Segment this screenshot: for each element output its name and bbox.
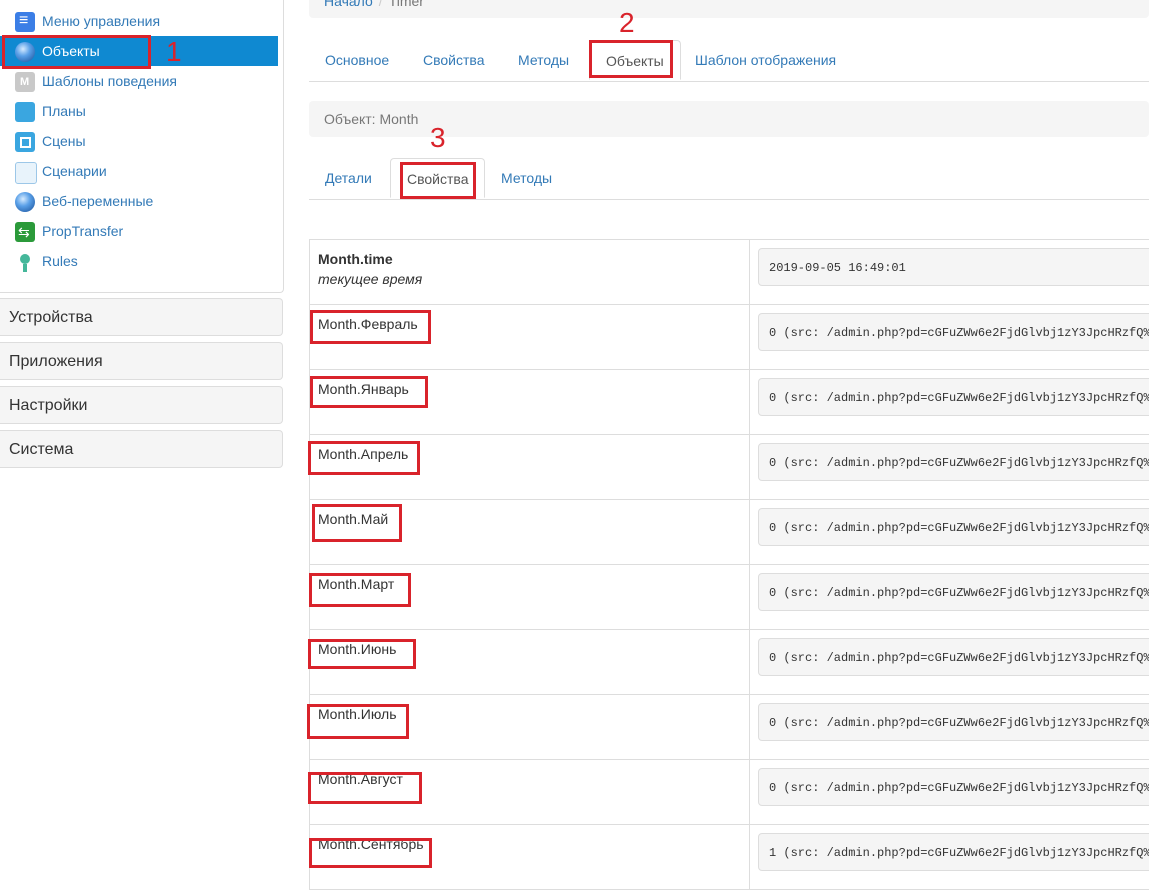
highlight-box-property	[309, 573, 411, 607]
table-row: Month.Апрель 0 (src: /admin.php?pd=cGFuZ…	[310, 435, 1149, 500]
sidebar-item-label: Шаблоны поведения	[42, 73, 177, 89]
property-value-cell: 0 (src: /admin.php?pd=cGFuZWw6e2FjdGlvbj…	[750, 695, 1149, 760]
property-value[interactable]: 0 (src: /admin.php?pd=cGFuZWw6e2FjdGlvbj…	[758, 378, 1149, 416]
table-row: Month.Август 0 (src: /admin.php?pd=cGFuZ…	[310, 760, 1149, 825]
sidebar-group-devices[interactable]: Устройства	[0, 298, 283, 336]
sidebar-item-label: Планы	[42, 103, 86, 119]
sidebar-item-label: Меню управления	[42, 13, 160, 29]
property-value[interactable]: 0 (src: /admin.php?pd=cGFuZWw6e2FjdGlvbj…	[758, 703, 1149, 741]
property-value[interactable]: 0 (src: /admin.php?pd=cGFuZWw6e2FjdGlvbj…	[758, 508, 1149, 546]
annotation-number-1: 1	[166, 38, 182, 66]
sidebar-item-menu[interactable]: Меню управления	[0, 6, 278, 36]
subtab-methods[interactable]: Методы	[485, 158, 568, 198]
plans-icon	[15, 102, 35, 122]
property-value[interactable]: 2019-09-05 16:49:01	[758, 248, 1149, 286]
table-row: Month.Январь 0 (src: /admin.php?pd=cGFuZ…	[310, 370, 1149, 435]
sidebar-item-scenes[interactable]: Сцены	[0, 126, 278, 156]
sidebar-group-settings[interactable]: Настройки	[0, 386, 283, 424]
highlight-box-property	[308, 772, 422, 804]
highlight-box-objects-tab	[589, 40, 673, 78]
breadcrumb: Начало / Timer	[309, 0, 1149, 18]
scenarios-icon	[15, 162, 37, 184]
highlight-box-property	[309, 838, 432, 868]
table-row: Month.Июль 0 (src: /admin.php?pd=cGFuZWw…	[310, 695, 1149, 760]
tab-main[interactable]: Основное	[309, 40, 405, 80]
properties-table: Month.time текущее время 2019-09-05 16:4…	[309, 239, 1149, 890]
sidebar-group-system[interactable]: Система	[0, 430, 283, 468]
sidebar-item-webvars[interactable]: Веб-переменные	[0, 186, 278, 216]
table-row: Month.Сентябрь 1 (src: /admin.php?pd=cGF…	[310, 825, 1149, 890]
highlight-box-property	[310, 310, 431, 344]
property-value[interactable]: 0 (src: /admin.php?pd=cGFuZWw6e2FjdGlvbj…	[758, 443, 1149, 481]
subtab-details[interactable]: Детали	[309, 158, 388, 198]
highlight-box-objects	[2, 35, 151, 69]
table-row: Month.Июнь 0 (src: /admin.php?pd=cGFuZWw…	[310, 630, 1149, 695]
template-icon	[15, 72, 35, 92]
property-value[interactable]: 0 (src: /admin.php?pd=cGFuZWw6e2FjdGlvbj…	[758, 638, 1149, 676]
sidebar-item-label: Rules	[42, 253, 78, 269]
property-name: Month.time	[318, 251, 741, 267]
property-value-cell: 0 (src: /admin.php?pd=cGFuZWw6e2FjdGlvbj…	[750, 760, 1149, 825]
property-description: текущее время	[318, 271, 741, 287]
breadcrumb-separator: /	[379, 0, 383, 9]
property-value[interactable]: 0 (src: /admin.php?pd=cGFuZWw6e2FjdGlvbj…	[758, 313, 1149, 351]
object-tabs: Основное Свойства Методы Объекты Шаблон …	[309, 40, 1149, 82]
globe-icon	[15, 192, 35, 212]
property-value-cell: 0 (src: /admin.php?pd=cGFuZWw6e2FjdGlvbj…	[750, 370, 1149, 435]
tab-methods[interactable]: Методы	[502, 40, 585, 80]
annotation-number-3: 3	[430, 124, 446, 152]
highlight-box-property	[310, 376, 428, 408]
table-row: Month.time текущее время 2019-09-05 16:4…	[310, 240, 1149, 305]
sidebar-item-templates[interactable]: Шаблоны поведения	[0, 66, 278, 96]
sidebar-item-proptransfer[interactable]: PropTransfer	[0, 216, 278, 246]
sidebar: Меню управления Объекты Шаблоны поведени…	[0, 0, 296, 876]
sidebar-item-label: Сценарии	[42, 163, 107, 179]
property-value[interactable]: 0 (src: /admin.php?pd=cGFuZWw6e2FjdGlvbj…	[758, 768, 1149, 806]
table-row: Month.Май 0 (src: /admin.php?pd=cGFuZWw6…	[310, 500, 1149, 565]
transfer-icon	[15, 222, 35, 242]
property-value-cell: 0 (src: /admin.php?pd=cGFuZWw6e2FjdGlvbj…	[750, 305, 1149, 370]
sidebar-item-label: Веб-переменные	[42, 193, 153, 209]
sidebar-item-scenarios[interactable]: Сценарии	[0, 156, 278, 186]
property-value-cell: 0 (src: /admin.php?pd=cGFuZWw6e2FjdGlvbj…	[750, 500, 1149, 565]
property-value-cell: 0 (src: /admin.php?pd=cGFuZWw6e2FjdGlvbj…	[750, 435, 1149, 500]
sidebar-group-apps[interactable]: Приложения	[0, 342, 283, 380]
highlight-box-property	[308, 441, 420, 475]
breadcrumb-home[interactable]: Начало	[324, 0, 373, 9]
property-value[interactable]: 0 (src: /admin.php?pd=cGFuZWw6e2FjdGlvbj…	[758, 573, 1149, 611]
highlight-box-property	[307, 704, 409, 739]
highlight-box-property	[308, 639, 416, 669]
sidebar-item-plans[interactable]: Планы	[0, 96, 278, 126]
sidebar-item-label: Сцены	[42, 133, 86, 149]
table-row: Month.Февраль 0 (src: /admin.php?pd=cGFu…	[310, 305, 1149, 370]
scenes-icon	[15, 132, 35, 152]
property-value-cell: 2019-09-05 16:49:01	[750, 240, 1149, 305]
highlight-box-properties-subtab	[400, 162, 476, 199]
property-value-cell: 1 (src: /admin.php?pd=cGFuZWw6e2FjdGlvbj…	[750, 825, 1149, 890]
robot-icon	[15, 252, 35, 272]
property-value[interactable]: 1 (src: /admin.php?pd=cGFuZWw6e2FjdGlvbj…	[758, 833, 1149, 871]
property-value-cell: 0 (src: /admin.php?pd=cGFuZWw6e2FjdGlvbj…	[750, 630, 1149, 695]
menu-icon	[15, 12, 35, 32]
table-row: Month.Март 0 (src: /admin.php?pd=cGFuZWw…	[310, 565, 1149, 630]
property-name-cell: Month.time текущее время	[310, 240, 750, 305]
annotation-number-2: 2	[619, 9, 635, 37]
sidebar-item-rules[interactable]: Rules	[0, 246, 278, 276]
tab-properties[interactable]: Свойства	[407, 40, 500, 80]
tab-display-template[interactable]: Шаблон отображения	[679, 40, 852, 80]
property-value-cell: 0 (src: /admin.php?pd=cGFuZWw6e2FjdGlvbj…	[750, 565, 1149, 630]
breadcrumb-current: Timer	[389, 0, 424, 9]
highlight-box-property	[312, 504, 402, 542]
sidebar-item-label: PropTransfer	[42, 223, 123, 239]
